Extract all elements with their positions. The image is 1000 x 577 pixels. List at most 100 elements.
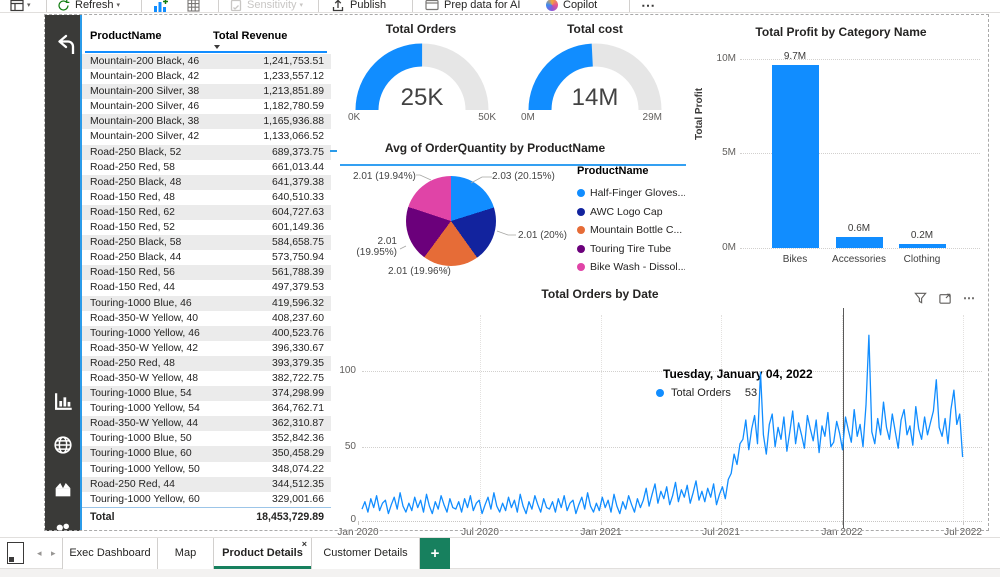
table-row[interactable]: Touring-1000 Yellow, 46400,523.76 <box>81 326 331 341</box>
legend-item[interactable]: Bike Wash - Dissol... <box>577 259 685 275</box>
table-row[interactable]: Road-250 Red, 48393,379.35 <box>81 356 331 371</box>
table-row[interactable]: Road-250 Red, 58661,013.44 <box>81 160 331 175</box>
publish-icon <box>331 0 345 12</box>
toolbar-separator <box>218 0 219 13</box>
sensitivity-button[interactable]: Sensitivity ▾ <box>230 0 303 13</box>
table-row[interactable]: Touring-1000 Blue, 54374,298.99 <box>81 386 331 401</box>
refresh-button[interactable]: Refresh ▾ <box>57 0 120 13</box>
legend-item[interactable]: Half-Finger Gloves... <box>577 185 685 201</box>
nav-bar-chart-button[interactable] <box>50 388 76 414</box>
page-tab-product-details[interactable]: Product Details× <box>214 538 312 569</box>
table-row[interactable]: Touring-1000 Yellow, 54364,762.71 <box>81 401 331 416</box>
table-row[interactable]: Road-250 Red, 44344,512.35 <box>81 477 331 492</box>
nav-globe-button[interactable] <box>50 432 76 458</box>
view-table-button[interactable]: ▾ <box>10 0 31 13</box>
line-ytick: 100 <box>330 365 356 376</box>
axis-tick <box>601 521 602 525</box>
pie-chart[interactable] <box>406 176 496 266</box>
sensitivity-icon <box>230 0 242 12</box>
publish-label: Publish <box>350 0 386 11</box>
pie-title: Avg of OrderQuantity by ProductName <box>305 141 685 155</box>
table-row[interactable]: Touring-1000 Blue, 60350,458.29 <box>81 446 331 461</box>
table-row[interactable]: Road-250 Black, 52689,373.75 <box>81 145 331 160</box>
publish-button[interactable]: Publish <box>331 0 386 13</box>
legend-item[interactable]: Mountain Bottle C... <box>577 222 685 238</box>
gauge-title: Total Orders <box>331 22 511 36</box>
prev-page-arrow[interactable]: ◂ <box>37 538 42 569</box>
table-row[interactable]: Road-150 Red, 52601,149.36 <box>81 220 331 235</box>
legend-bullet-icon <box>577 226 585 234</box>
add-page-button[interactable]: + <box>420 538 450 569</box>
legend-item[interactable]: Touring Tire Tube <box>577 241 685 257</box>
pie-callout: 2.01 (19.96%) <box>388 266 451 277</box>
line-ytick: 0 <box>330 514 356 525</box>
bar[interactable] <box>772 65 819 248</box>
table-row[interactable]: Mountain-200 Silver, 381,213,851.89 <box>81 84 331 99</box>
nav-products-button[interactable] <box>50 476 76 502</box>
toolbar-separator <box>46 0 47 13</box>
table-col-header-revenue[interactable]: Total Revenue <box>213 30 287 42</box>
top-toolbar: ▾ Refresh ▾ Sensitivity ▾ Publish Pre <box>0 0 1000 13</box>
text-box-button[interactable] <box>187 0 200 13</box>
table-row[interactable]: Mountain-200 Silver, 461,182,780.59 <box>81 99 331 114</box>
new-visual-button[interactable] <box>153 0 169 13</box>
more-options-icon[interactable]: ⋯ <box>963 291 976 305</box>
total-value: 18,453,729.89 <box>256 508 324 527</box>
gridline <box>362 447 982 448</box>
copilot-label: Copilot <box>563 0 597 11</box>
table-row[interactable]: Road-250 Black, 48641,379.38 <box>81 175 331 190</box>
tooltip-date: Tuesday, January 04, 2022 <box>663 367 813 381</box>
back-button[interactable] <box>50 29 76 55</box>
table-row[interactable]: Road-350-W Yellow, 44362,310.87 <box>81 416 331 431</box>
bar-value-label: 9.7M <box>765 51 825 62</box>
page-view-button[interactable] <box>7 542 24 564</box>
table-row[interactable]: Road-150 Red, 62604,727.63 <box>81 205 331 220</box>
page-tab-customer-details[interactable]: Customer Details <box>312 538 420 569</box>
table-row[interactable]: Road-250 Black, 44573,750.94 <box>81 250 331 265</box>
table-row[interactable]: Road-150 Red, 56561,788.39 <box>81 265 331 280</box>
table-row[interactable]: Mountain-200 Silver, 421,133,066.52 <box>81 129 331 144</box>
page-tab-bar: ◂ ▸ Exec DashboardMapProduct Details×Cus… <box>0 537 1000 568</box>
legend-item[interactable]: AWC Logo Cap <box>577 204 685 220</box>
filter-icon[interactable] <box>913 291 928 305</box>
table-row[interactable]: Road-150 Red, 44497,379.53 <box>81 280 331 295</box>
legend-bullet-icon <box>577 245 585 253</box>
table-row[interactable]: Mountain-200 Black, 381,165,936.88 <box>81 114 331 129</box>
table-row[interactable]: Mountain-200 Black, 421,233,557.12 <box>81 69 331 84</box>
table-row[interactable]: Touring-1000 Yellow, 50348,074.22 <box>81 462 331 477</box>
next-page-arrow[interactable]: ▸ <box>51 538 56 569</box>
copilot-button[interactable]: Copilot <box>546 0 597 13</box>
axis-tick <box>480 521 481 525</box>
table-row[interactable]: Mountain-200 Black, 461,241,753.51 <box>81 54 331 69</box>
line-title: Total Orders by Date <box>450 287 750 301</box>
table-row[interactable]: Touring-1000 Yellow, 60329,001.66 <box>81 492 331 507</box>
table-row[interactable]: Road-250 Black, 58584,658.75 <box>81 235 331 250</box>
table-row[interactable]: Touring-1000 Blue, 46419,596.32 <box>81 296 331 311</box>
close-tab-icon[interactable]: × <box>302 538 307 550</box>
bar[interactable] <box>836 237 883 248</box>
active-tab-underline <box>214 566 311 569</box>
prep-data-button[interactable]: Prep data for AI <box>425 0 520 13</box>
nav-sidebar <box>45 15 80 531</box>
prep-data-label: Prep data for AI <box>444 0 520 11</box>
total-label: Total <box>90 508 115 527</box>
bar[interactable] <box>899 244 946 248</box>
refresh-icon <box>57 0 70 12</box>
page-tab-map[interactable]: Map <box>158 538 214 569</box>
table-row[interactable]: Touring-1000 Blue, 50352,842.36 <box>81 431 331 446</box>
tab-strip: Exec DashboardMapProduct Details×Custome… <box>62 538 420 569</box>
visual-resize-handle[interactable] <box>330 150 337 152</box>
table-row[interactable]: Road-350-W Yellow, 42396,330.67 <box>81 341 331 356</box>
page-tab-exec-dashboard[interactable]: Exec Dashboard <box>62 538 158 569</box>
table-col-header-productname[interactable]: ProductName <box>90 30 162 42</box>
grid-icon <box>187 0 200 12</box>
focus-mode-icon[interactable] <box>938 291 953 305</box>
x-axis-line <box>362 521 982 522</box>
table-total-row: Total 18,453,729.89 <box>81 507 331 528</box>
toolbar-more-button[interactable]: ⋯ <box>641 0 656 13</box>
table-row[interactable]: Road-350-W Yellow, 48382,722.75 <box>81 371 331 386</box>
bar-ytick: 10M <box>710 53 736 64</box>
table-row[interactable]: Road-350-W Yellow, 40408,237.60 <box>81 311 331 326</box>
table-row[interactable]: Road-150 Red, 48640,510.33 <box>81 190 331 205</box>
bar-ytick: 0M <box>710 242 736 253</box>
